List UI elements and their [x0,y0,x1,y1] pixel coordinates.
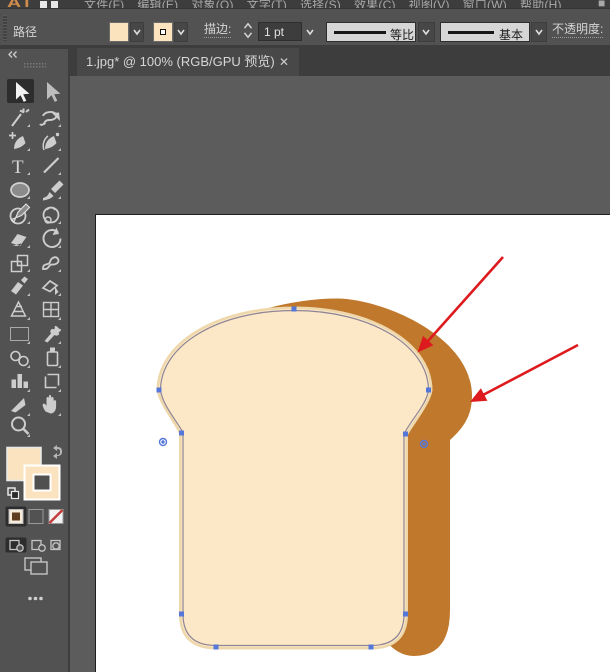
svg-text:T: T [12,157,24,178]
